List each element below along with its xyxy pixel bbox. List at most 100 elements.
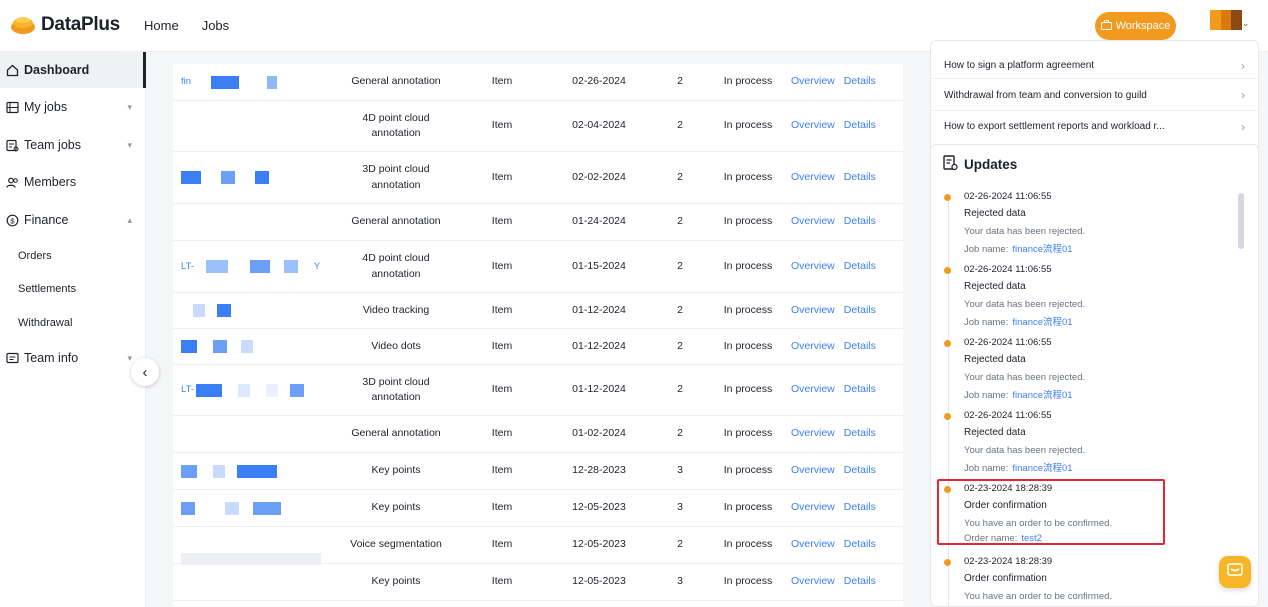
overview-link[interactable]: Overview [791, 259, 835, 274]
operations-cell: Overview Details [791, 365, 901, 415]
finance-icon: $ [6, 214, 19, 227]
update-description: Your data has been rejected. [964, 372, 1086, 383]
overview-link[interactable]: Overview [791, 574, 835, 589]
details-link[interactable]: Details [844, 259, 876, 274]
overview-link[interactable]: Overview [791, 303, 835, 318]
updates-scrollbar[interactable] [1238, 193, 1244, 603]
overview-link[interactable]: Overview [791, 426, 835, 441]
job-name-cell[interactable]: LT- Y [181, 241, 321, 292]
unit-cell: Item [491, 259, 513, 272]
redacted-block [211, 75, 240, 89]
job-type-cell: 3D point cloud annotation [362, 375, 430, 403]
redacted-block [266, 383, 279, 397]
details-link[interactable]: Details [844, 303, 876, 318]
job-name-cell[interactable] [181, 564, 321, 600]
sidebar-sub-settlements[interactable]: Settlements [18, 283, 76, 295]
status-cell: In process [723, 215, 773, 228]
details-link[interactable]: Details [844, 537, 876, 552]
update-reference-link[interactable]: finance流程01 [1012, 463, 1072, 474]
sidebar-item-members[interactable]: Members [0, 164, 146, 200]
user-avatar[interactable]: ⌄ [1210, 10, 1250, 30]
sidebar-item-label: Finance [24, 213, 69, 227]
job-name-cell[interactable] [181, 416, 321, 452]
details-link[interactable]: Details [844, 382, 876, 397]
job-name-cell[interactable] [181, 293, 321, 328]
update-reference-link[interactable]: finance流程01 [1012, 244, 1072, 255]
job-name-text[interactable]: fin [181, 75, 191, 89]
overview-link[interactable]: Overview [791, 382, 835, 397]
sidebar-sub-orders[interactable]: Orders [18, 250, 52, 262]
overview-link[interactable]: Overview [791, 339, 835, 354]
updates-panel: Updates 02-26-2024 11:06:55 Rejected data… [930, 144, 1259, 607]
redacted-block [206, 260, 229, 273]
update-reference-link[interactable]: finance流程01 [1012, 317, 1072, 328]
job-name-cell[interactable] [181, 101, 321, 151]
overview-link[interactable]: Overview [791, 74, 835, 89]
update-reference-link[interactable]: finance流程01 [1012, 390, 1072, 401]
details-link[interactable]: Details [844, 339, 876, 354]
redacted-block [181, 464, 197, 478]
details-link[interactable]: Details [844, 118, 876, 133]
details-link[interactable]: Details [844, 426, 876, 441]
status-cell: In process [723, 119, 773, 132]
job-name-cell[interactable] [181, 152, 321, 203]
redacted-block [241, 340, 253, 353]
update-time: 02-23-2024 18:28:39 [964, 556, 1053, 567]
sidebar-item-my-jobs[interactable]: My jobs ▾ [0, 89, 146, 125]
job-name-text[interactable]: LT- [181, 383, 194, 397]
overview-link[interactable]: Overview [791, 537, 835, 552]
sidebar-item-team-jobs[interactable]: Team jobs ▾ [0, 127, 146, 163]
workspace-button[interactable]: Workspace [1095, 12, 1176, 40]
sidebar-item-dashboard[interactable]: Dashboard [0, 52, 146, 88]
job-name-cell[interactable] [181, 204, 321, 240]
dataplus-logo-icon [10, 14, 36, 36]
redacted-block [181, 501, 195, 515]
brand-logo[interactable]: DataPlus [10, 14, 120, 36]
redacted-block [237, 464, 277, 478]
nav-home[interactable]: Home [144, 18, 179, 33]
job-name-cell[interactable]: LT- [181, 365, 321, 415]
table-row: Key points Item 12-05-2023 3 In process Overv… [173, 564, 903, 601]
job-name-cell[interactable] [181, 329, 321, 364]
job-type-cell: 4D point cloud annotation [362, 252, 430, 280]
redacted-block [255, 171, 269, 184]
scroll-thumb[interactable] [1238, 193, 1244, 249]
help-item[interactable]: How to sign a platform agreement › [931, 53, 1260, 79]
job-name-cell[interactable]: fin [181, 64, 321, 100]
details-link[interactable]: Details [844, 214, 876, 229]
chevron-right-icon: › [1241, 119, 1245, 134]
details-link[interactable]: Details [844, 463, 876, 478]
operations-cell: Overview Details [791, 453, 901, 489]
overview-link[interactable]: Overview [791, 214, 835, 229]
details-link[interactable]: Details [844, 574, 876, 589]
table-row: LT- Y 4D point cloud annotation Item 01-15-2… [173, 241, 903, 293]
status-cell: In process [723, 538, 773, 551]
unit-cell: Item [491, 170, 513, 183]
collapse-sidebar-button[interactable]: ‹ [131, 358, 159, 386]
job-name-text[interactable]: LT- [181, 260, 194, 274]
table-row: fin General annotation Item 02-26-2024 2 In p… [173, 64, 903, 101]
job-name-cell[interactable] [181, 490, 321, 526]
nav-jobs[interactable]: Jobs [202, 18, 229, 33]
overview-link[interactable]: Overview [791, 463, 835, 478]
chevron-right-icon: › [1241, 88, 1245, 102]
sidebar-item-finance[interactable]: $ Finance ▴ [0, 202, 146, 238]
details-link[interactable]: Details [844, 74, 876, 89]
job-name-cell[interactable] [181, 453, 321, 489]
sidebar-item-team-info[interactable]: Team info ▾ [0, 340, 146, 376]
overview-link[interactable]: Overview [791, 500, 835, 515]
overview-link[interactable]: Overview [791, 170, 835, 185]
help-item[interactable]: Withdrawal from team and conversion to g… [931, 80, 1260, 111]
sidebar-sub-withdrawal[interactable]: Withdrawal [18, 317, 72, 329]
details-link[interactable]: Details [844, 500, 876, 515]
overview-link[interactable]: Overview [791, 118, 835, 133]
sidebar-item-label: Members [24, 175, 77, 189]
count-cell: 3 [677, 501, 683, 514]
chat-button[interactable] [1219, 556, 1251, 588]
job-name-cell[interactable] [181, 527, 321, 565]
details-link[interactable]: Details [844, 170, 876, 185]
table-row: Video tracking Item 01-12-2024 2 In process O… [173, 293, 903, 329]
timeline-dot [944, 194, 951, 201]
message-icon [1227, 562, 1243, 582]
help-item[interactable]: How to export settlement reports and wor… [931, 111, 1260, 142]
